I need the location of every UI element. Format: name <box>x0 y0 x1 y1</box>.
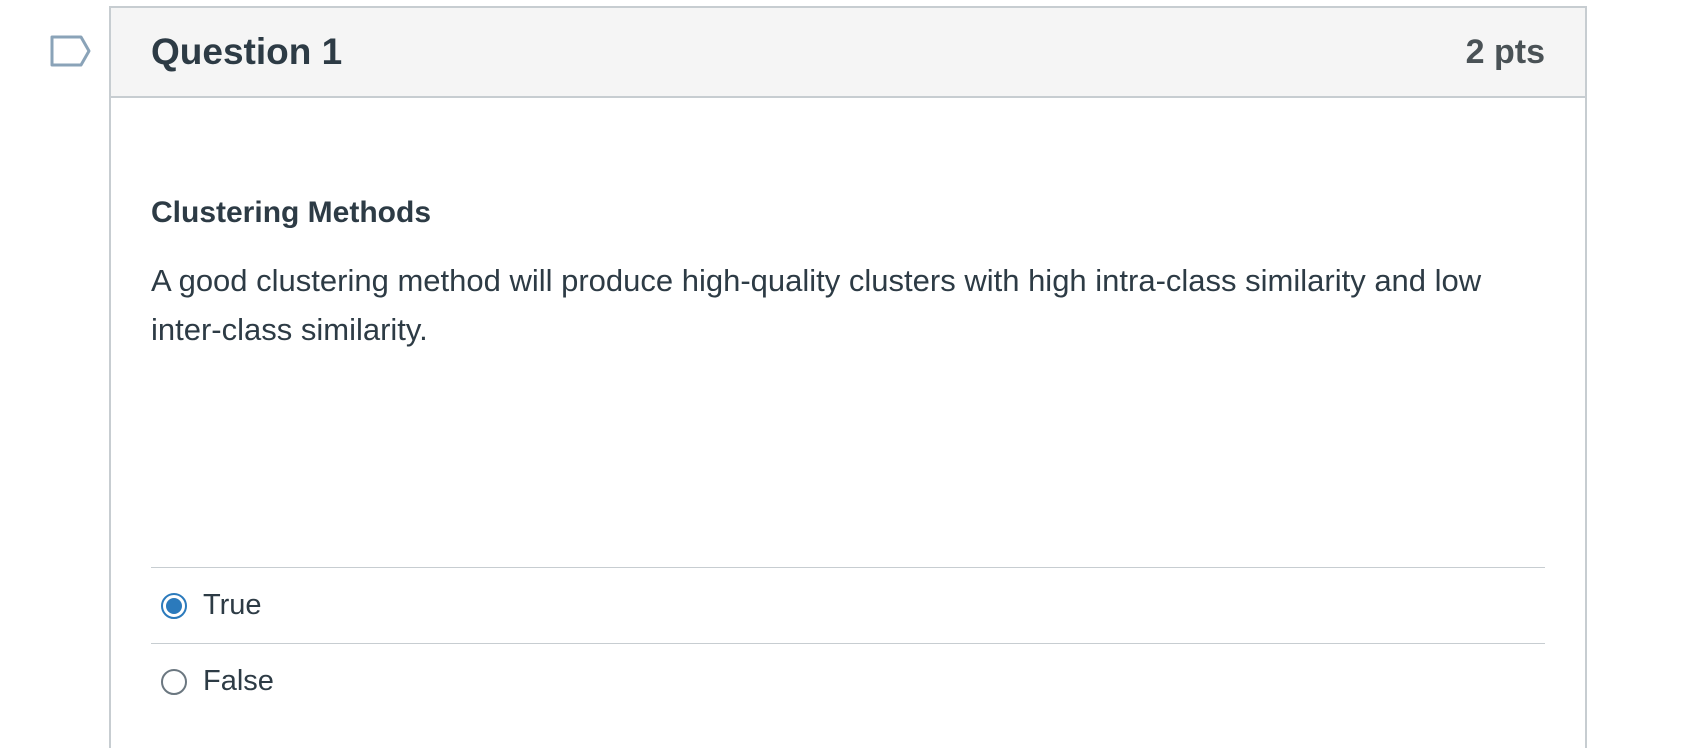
answer-option-true[interactable]: True <box>151 567 1545 643</box>
answer-label: False <box>203 665 274 697</box>
question-title: Question 1 <box>151 31 343 72</box>
flag-question-icon[interactable] <box>49 34 93 68</box>
answer-option-false[interactable]: False <box>151 643 1545 719</box>
radio-button-unchecked-icon[interactable] <box>161 668 187 695</box>
answer-label: True <box>203 589 262 621</box>
answer-list: True False <box>151 567 1545 719</box>
question-points: 2 pts <box>1465 32 1545 71</box>
question-text: A good clustering method will produce hi… <box>151 263 1482 347</box>
question-card: Question 1 2 pts Clustering Methods A go… <box>109 6 1587 748</box>
quiz-page: Question 1 2 pts Clustering Methods A go… <box>0 0 1698 748</box>
question-header: Question 1 2 pts <box>111 8 1585 98</box>
question-body: Clustering Methods A good clustering met… <box>111 196 1585 354</box>
question-subtitle: Clustering Methods <box>151 196 432 229</box>
radio-button-checked-icon[interactable] <box>161 592 187 619</box>
